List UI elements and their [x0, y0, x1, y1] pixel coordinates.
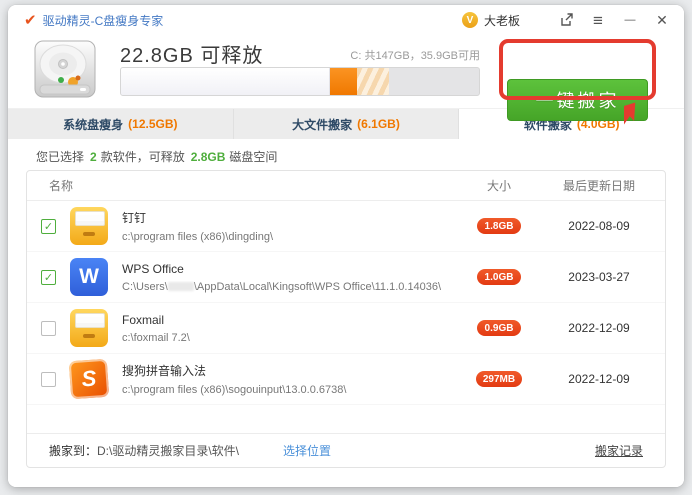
disk-used-segment [121, 68, 330, 95]
tab-big-files[interactable]: 大文件搬家 (6.1GB) [234, 109, 460, 139]
software-row[interactable]: ✓ 钉钉 c:\program files (x86)\dingding\ 1.… [27, 201, 665, 252]
app-logo-icon: ✔ [24, 13, 37, 28]
menu-icon[interactable]: ≡ [590, 12, 606, 28]
app-path: c:\program files (x86)\dingding\ [122, 231, 451, 243]
tab-label: 系统盘瘦身 [63, 116, 123, 133]
app-name: Foxmail [122, 313, 451, 327]
summary-suffix: 磁盘空间 [229, 150, 277, 164]
move-to-path: D:\驱动精灵搬家目录\软件\ [97, 442, 239, 459]
close-button[interactable]: ✕ [654, 12, 670, 28]
row-text: 搜狗拼音输入法 c:\program files (x86)\sogouinpu… [122, 362, 451, 396]
software-list: 名称 大小 最后更新日期 ✓ 钉钉 c:\program files (x86)… [26, 170, 666, 468]
selected-count: 2 [90, 150, 97, 164]
row-checkbox[interactable]: ✓ [41, 219, 56, 234]
size-cell: 1.0GB [451, 269, 547, 285]
row-checkbox[interactable]: ✓ [41, 270, 56, 285]
app-path: c:\foxmail 7.2\ [122, 332, 451, 344]
tab-size: (12.5GB) [128, 117, 177, 131]
user-avatar[interactable]: V [462, 12, 478, 28]
app-title: 驱动精灵-C盘瘦身专家 [43, 12, 164, 29]
size-badge: 1.0GB [477, 269, 521, 285]
app-path: c:\program files (x86)\sogouinput\13.0.0… [122, 384, 451, 396]
app-icon: S [69, 359, 110, 400]
app-window: ✔ 驱动精灵-C盘瘦身专家 V 大老板 ≡ — ✕ [8, 5, 684, 487]
user-name[interactable]: 大老板 [484, 12, 520, 29]
tab-label: 大文件搬家 [292, 116, 352, 133]
title-bar: ✔ 驱动精灵-C盘瘦身专家 V 大老板 ≡ — ✕ [8, 5, 684, 35]
column-header-name: 名称 [41, 177, 451, 194]
app-path: C:\Users\\AppData\Local\Kingsoft\WPS Off… [122, 281, 451, 293]
disk-usage-caption: C: 共147GB，35.9GB可用 [308, 47, 480, 63]
move-to-label: 搬家到： [49, 442, 97, 459]
minimize-button[interactable]: — [622, 12, 638, 28]
one-click-move-button[interactable]: 一键搬家 [507, 79, 648, 121]
app-icon: W [70, 258, 108, 296]
software-row[interactable]: S 搜狗拼音输入法 c:\program files (x86)\sogouin… [27, 354, 665, 405]
app-icon [70, 207, 108, 245]
feedback-icon[interactable] [558, 12, 574, 28]
row-text: Foxmail c:\foxmail 7.2\ [122, 313, 451, 344]
size-cell: 1.8GB [451, 218, 547, 234]
list-footer: 搬家到： D:\驱动精灵搬家目录\软件\ 选择位置 搬家记录 [27, 433, 665, 467]
last-update-date: 2022-12-09 [547, 372, 651, 386]
column-header-size: 大小 [451, 177, 547, 194]
disk-soft-releasable-segment [357, 68, 390, 95]
disk-usage-bar [120, 67, 480, 96]
software-row[interactable]: Foxmail c:\foxmail 7.2\ 0.9GB 2022-12-09 [27, 303, 665, 354]
main-content: 您已选择 2 款软件，可释放 2.8GB磁盘空间 名称 大小 最后更新日期 ✓ 钉钉 … [8, 139, 684, 487]
size-cell: 297MB [451, 371, 547, 387]
tab-system-slim[interactable]: 系统盘瘦身 (12.5GB) [8, 109, 234, 139]
list-header: 名称 大小 最后更新日期 [27, 171, 665, 201]
row-text: 钉钉 c:\program files (x86)\dingding\ [122, 209, 451, 243]
last-update-date: 2022-08-09 [547, 219, 651, 233]
software-row[interactable]: ✓ W WPS Office C:\Users\\AppData\Local\K… [27, 252, 665, 303]
selection-summary: 您已选择 2 款软件，可释放 2.8GB磁盘空间 [8, 139, 684, 165]
size-badge: 297MB [476, 371, 522, 387]
disk-releasable-segment [330, 68, 357, 95]
row-checkbox[interactable] [41, 321, 56, 336]
choose-location-link[interactable]: 选择位置 [283, 442, 331, 459]
size-badge: 1.8GB [477, 218, 521, 234]
hard-disk-icon [30, 39, 100, 103]
app-name: 搜狗拼音输入法 [122, 362, 451, 379]
size-badge: 0.9GB [477, 320, 521, 336]
summary-prefix: 您已选择 [36, 150, 84, 164]
last-update-date: 2022-12-09 [547, 321, 651, 335]
move-history-link[interactable]: 搬家记录 [595, 442, 643, 459]
tab-size: (6.1GB) [357, 117, 400, 131]
row-text: WPS Office C:\Users\\AppData\Local\Kings… [122, 262, 451, 293]
row-checkbox[interactable] [41, 372, 56, 387]
releasable-size: 2.8GB [191, 150, 226, 164]
app-icon [70, 309, 108, 347]
list-rows: ✓ 钉钉 c:\program files (x86)\dingding\ 1.… [27, 201, 665, 405]
summary-middle: 款软件，可释放 [101, 150, 185, 164]
size-cell: 0.9GB [451, 320, 547, 336]
last-update-date: 2023-03-27 [547, 270, 651, 284]
free-space-title: 22.8GB 可释放 [120, 39, 263, 68]
column-header-date: 最后更新日期 [547, 177, 651, 194]
app-name: 钉钉 [122, 209, 451, 226]
app-name: WPS Office [122, 262, 451, 276]
redacted-username [168, 282, 194, 291]
header: 22.8GB 可释放 C: 共147GB，35.9GB可用 一键搬家 [8, 35, 684, 108]
